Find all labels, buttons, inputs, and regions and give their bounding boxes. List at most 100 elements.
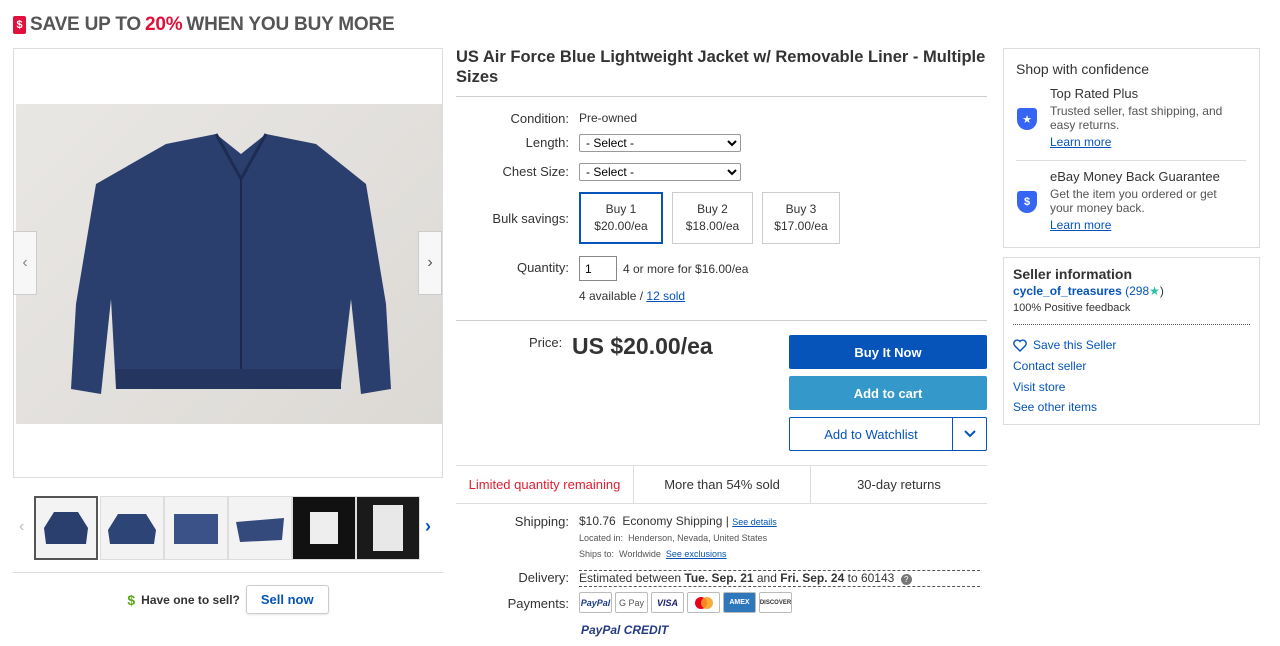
- thumbnail-jacket-icon: [174, 514, 218, 544]
- delivery-date-1: Tue. Sep. 21: [684, 571, 754, 585]
- see-exclusions-link[interactable]: See exclusions: [666, 549, 727, 559]
- shipping-cost: $10.76: [579, 514, 616, 528]
- condition-label: Condition:: [510, 111, 569, 126]
- star-icon: ★: [1149, 284, 1160, 298]
- separator: |: [725, 514, 729, 528]
- mastercard-logo: [687, 592, 720, 613]
- price-label: Price:: [529, 335, 563, 350]
- limited-quantity-stat: Limited quantity remaining: [468, 477, 621, 492]
- bulk-option-2[interactable]: Buy 2 $18.00/ea: [672, 192, 753, 244]
- money-back-shield-icon: $: [1017, 191, 1037, 213]
- save-seller-row[interactable]: Save this Seller: [1013, 338, 1116, 352]
- ships-to: Ships to: Worldwide See exclusions: [579, 549, 726, 559]
- seller-info-panel: Seller information cycle_of_treasures (2…: [1003, 257, 1260, 425]
- sell-now-button[interactable]: Sell now: [245, 585, 329, 614]
- title-divider: [456, 96, 987, 97]
- thumbnail-5[interactable]: [292, 496, 356, 560]
- shipping-details-link[interactable]: See details: [732, 517, 777, 527]
- money-back-title: eBay Money Back Guarantee: [1050, 169, 1220, 184]
- bulk-option-1[interactable]: Buy 1 $20.00/ea: [579, 192, 663, 244]
- price-divider: [456, 320, 987, 321]
- main-product-photo[interactable]: [16, 104, 442, 424]
- next-image-button[interactable]: ›: [418, 231, 442, 295]
- bulk-price: $17.00/ea: [774, 219, 828, 233]
- shipping-info: $10.76 Economy Shipping | See details: [579, 514, 777, 528]
- label-tag-image: [373, 505, 403, 551]
- add-to-cart-button[interactable]: Add to cart: [789, 376, 987, 410]
- seller-name-link[interactable]: cycle_of_treasures: [1013, 284, 1122, 298]
- bulk-qty: Buy 2: [697, 202, 728, 216]
- returns-stat: 30-day returns: [810, 466, 987, 503]
- payments-label: Payments:: [507, 596, 569, 611]
- located-value: Henderson, Nevada, United States: [628, 533, 768, 543]
- shipping-method: Economy Shipping: [622, 514, 723, 528]
- thumbs-prev-icon[interactable]: ‹: [19, 518, 24, 536]
- delivery-label: Delivery:: [518, 570, 569, 585]
- ships-value: Worldwide: [619, 549, 661, 559]
- quantity-input[interactable]: [579, 256, 617, 281]
- price-tag-icon: $: [13, 16, 26, 34]
- prev-image-button[interactable]: ‹: [13, 231, 37, 295]
- save-seller-link[interactable]: Save this Seller: [1033, 338, 1116, 352]
- thumbnail-jacket-icon: [108, 514, 156, 544]
- item-stats-bar: Limited quantity remaining More than 54%…: [456, 465, 987, 504]
- bulk-savings-label: Bulk savings:: [492, 211, 569, 226]
- google-pay-logo: G Pay: [615, 592, 648, 613]
- availability: 4 available / 12 sold: [579, 289, 685, 303]
- length-select[interactable]: - Select -: [579, 134, 741, 152]
- paypal-logo: PayPal: [579, 592, 612, 613]
- price-value: US $20.00/ea: [572, 333, 713, 359]
- percent-sold-stat: More than 54% sold: [633, 466, 810, 503]
- length-label: Length:: [525, 135, 569, 150]
- contact-seller-link[interactable]: Contact seller: [1013, 359, 1086, 373]
- thumbnail-3[interactable]: [164, 496, 228, 560]
- promo-text-post: WHEN YOU BUY MORE: [186, 14, 395, 35]
- seller-divider: [1013, 324, 1250, 325]
- item-title: US Air Force Blue Lightweight Jacket w/ …: [456, 48, 986, 86]
- amex-logo: AMEX: [723, 592, 756, 613]
- top-rated-desc: Trusted seller, fast shipping, and easy …: [1050, 104, 1223, 132]
- thumbnail-4[interactable]: [228, 496, 292, 560]
- chest-size-select[interactable]: - Select -: [579, 163, 741, 181]
- located-in: Located in: Henderson, Nevada, United St…: [579, 533, 767, 543]
- delivery-zip: to 60143: [844, 571, 895, 585]
- quantity-deal: 4 or more for $16.00/ea: [623, 262, 749, 276]
- visa-logo: VISA: [651, 592, 684, 613]
- bulk-option-3[interactable]: Buy 3 $17.00/ea: [762, 192, 840, 244]
- top-rated-learn-more[interactable]: Learn more: [1050, 135, 1240, 149]
- thumbs-next-icon[interactable]: ›: [425, 516, 431, 537]
- thumbnail-jacket-icon: [44, 512, 88, 544]
- thumbnail-jacket-icon: [236, 518, 284, 542]
- thumbnail-6[interactable]: [356, 496, 420, 560]
- add-to-watchlist-button[interactable]: Add to Watchlist: [789, 417, 987, 451]
- chevron-left-icon: ‹: [22, 254, 28, 271]
- feedback-score-link[interactable]: (298: [1125, 284, 1149, 298]
- thumbnail-2[interactable]: [100, 496, 164, 560]
- money-back-learn-more[interactable]: Learn more: [1050, 218, 1240, 232]
- discover-logo: DISCOVER: [759, 592, 792, 613]
- chevron-right-icon: ›: [427, 254, 433, 271]
- delivery-mid: and: [753, 571, 781, 585]
- help-icon[interactable]: ?: [900, 574, 912, 585]
- watchlist-dropdown[interactable]: [952, 418, 986, 450]
- thumbnail-1[interactable]: [34, 496, 98, 560]
- see-other-items-link[interactable]: See other items: [1013, 400, 1097, 414]
- promo-percent: 20%: [144, 14, 183, 35]
- delivery-date-2: Fri. Sep. 24: [780, 571, 845, 585]
- seller-name-row: cycle_of_treasures (298★): [1013, 284, 1164, 298]
- promo-banner: $ SAVE UP TO 20% WHEN YOU BUY MORE: [13, 14, 395, 36]
- chevron-down-icon: [963, 430, 976, 438]
- money-back-desc: Get the item you ordered or get your mon…: [1050, 187, 1217, 215]
- promo-text-pre: SAVE UP TO: [30, 14, 141, 35]
- buy-it-now-button[interactable]: Buy It Now: [789, 335, 987, 369]
- sell-row: $ Have one to sell? Sell now: [13, 572, 443, 614]
- bulk-price: $20.00/ea: [594, 219, 648, 233]
- delivery-pre: Estimated between: [579, 571, 685, 585]
- paypal-credit-logo: PayPal CREDIT: [581, 623, 669, 637]
- visit-store-link[interactable]: Visit store: [1013, 380, 1065, 394]
- heart-icon: [1013, 338, 1027, 352]
- top-rated-star-icon: ★: [1017, 108, 1037, 130]
- chest-label: Chest Size:: [502, 164, 569, 179]
- condition-value: Pre-owned: [579, 111, 638, 125]
- sold-link[interactable]: 12 sold: [646, 289, 685, 303]
